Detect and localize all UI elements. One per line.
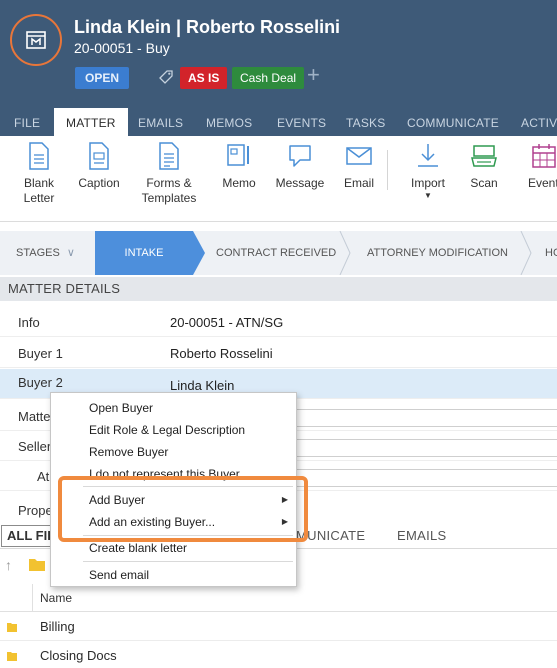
message-button[interactable]: Message [275, 142, 325, 191]
tab-matter[interactable]: MATTER [54, 108, 128, 136]
matter-subtitle: 20-00051 - Buy [74, 40, 170, 56]
main-tab-bar: FILE MATTER EMAILS MEMOS EVENTS TASKS CO… [0, 108, 557, 136]
file-row-closing-docs[interactable]: Closing Docs [0, 642, 557, 668]
stage-separator-icon [339, 231, 351, 275]
email-button[interactable]: Email [340, 142, 378, 191]
stage-intake[interactable]: INTAKE [95, 231, 193, 275]
column-divider [32, 584, 33, 612]
file-name: Closing Docs [40, 648, 117, 663]
highlight-box [58, 476, 308, 542]
menu-item-open-buyer[interactable]: Open Buyer [51, 397, 296, 419]
import-label: Import [410, 176, 445, 190]
calendar-icon [532, 144, 556, 168]
memo-button[interactable]: Memo [218, 142, 260, 191]
import-button[interactable]: Import ▼ [405, 142, 451, 201]
detail-field[interactable] [296, 409, 557, 427]
file-list-header: Name [0, 584, 557, 612]
stages-bar: STAGES ∨ INTAKE CONTRACT RECEIVED ATTORN… [0, 231, 557, 275]
tab-events[interactable]: EVENTS [277, 108, 326, 136]
tab-activities[interactable]: ACTIVI [521, 108, 557, 136]
tab-memos[interactable]: MEMOS [206, 108, 252, 136]
status-badge[interactable]: OPEN [75, 67, 129, 89]
menu-item-send-email[interactable]: Send email [51, 564, 296, 586]
blank-letter-label: Blank Letter [23, 176, 55, 205]
detail-value: Roberto Rosselini [170, 346, 273, 361]
detail-label: Info [18, 315, 40, 330]
detail-value: 20-00051 - ATN/SG [170, 315, 284, 330]
blank-letter-button[interactable]: Blank Letter [18, 142, 60, 206]
detail-row-buyer-1[interactable]: Buyer 1 Roberto Rosselini [0, 340, 557, 368]
menu-item-remove-buyer[interactable]: Remove Buyer [51, 441, 296, 463]
tab-file[interactable]: FILE [14, 108, 40, 136]
file-name: Billing [40, 619, 75, 634]
matter-title: Linda Klein | Roberto Rosselini [74, 17, 341, 37]
import-dropdown-icon[interactable]: ▼ [405, 191, 451, 201]
folder-icon [7, 652, 17, 661]
chevron-down-icon: ∨ [66, 247, 75, 259]
download-icon [418, 144, 438, 167]
add-tag-icon[interactable]: + [307, 64, 320, 86]
tab-emails-lower[interactable]: EMAILS [397, 526, 446, 546]
tab-communicate[interactable]: COMMUNICATE [407, 108, 499, 136]
name-column-header[interactable]: Name [40, 591, 72, 605]
ribbon-toolbar: Blank Letter Caption Forms & Templates M… [0, 136, 557, 222]
menu-separator [83, 561, 293, 562]
forms-templates-button[interactable]: Forms & Templates [138, 142, 200, 206]
detail-label: Seller [18, 439, 52, 454]
matter-details-header: MATTER DETAILS [0, 277, 557, 301]
detail-label: Matte [18, 409, 51, 424]
detail-field[interactable] [296, 439, 557, 457]
caption-label: Caption [78, 176, 120, 190]
file-row-billing[interactable]: Billing [0, 613, 557, 641]
folder-icon [29, 559, 45, 571]
memo-label: Memo [222, 176, 256, 190]
detail-label: Buyer 1 [18, 346, 63, 361]
caption-icon [89, 142, 109, 170]
detail-row-info[interactable]: Info 20-00051 - ATN/SG [0, 309, 557, 337]
forms-templates-label: Forms & Templates [141, 176, 197, 205]
template-icon [159, 142, 179, 170]
scan-button[interactable]: Scan [466, 142, 502, 191]
speech-bubble-icon [289, 145, 311, 167]
matter-header: Linda Klein | Roberto Rosselini 20-00051… [0, 0, 557, 108]
events-label: Event [528, 176, 557, 190]
stage-attorney-modification[interactable]: ATTORNEY MODIFICATION [367, 231, 508, 275]
tab-tasks[interactable]: TASKS [346, 108, 385, 136]
email-label: Email [343, 176, 374, 190]
tab-emails[interactable]: EMAILS [138, 108, 183, 136]
up-arrow-icon[interactable]: ↑ [5, 557, 12, 573]
stage-contract-received[interactable]: CONTRACT RECEIVED [216, 231, 336, 275]
matter-logo [10, 14, 62, 66]
matter-building-icon [26, 31, 46, 49]
tag-cash-deal[interactable]: Cash Deal [232, 67, 305, 89]
stage-next[interactable]: HO [545, 231, 557, 275]
detail-field[interactable] [296, 469, 557, 487]
memo-icon [227, 144, 249, 166]
stages-dropdown[interactable]: STAGES ∨ [16, 231, 75, 275]
events-button[interactable]: Event [528, 142, 557, 191]
caption-button[interactable]: Caption [76, 142, 122, 191]
ribbon-divider [387, 150, 388, 190]
stage-separator-icon [520, 231, 532, 275]
menu-item-edit-role[interactable]: Edit Role & Legal Description [51, 419, 296, 441]
document-icon [29, 142, 49, 170]
scanner-icon [471, 145, 497, 167]
scan-label: Scan [470, 176, 498, 190]
folder-icon [7, 623, 17, 632]
envelope-icon [346, 147, 372, 165]
detail-label: At [37, 469, 50, 484]
detail-label: Prope [18, 503, 53, 518]
tag-as-is[interactable]: AS IS [180, 67, 228, 89]
stage-arrow-icon [193, 231, 205, 275]
message-label: Message [275, 176, 325, 190]
stages-label: STAGES [16, 247, 60, 259]
tag-icon[interactable] [158, 69, 174, 85]
